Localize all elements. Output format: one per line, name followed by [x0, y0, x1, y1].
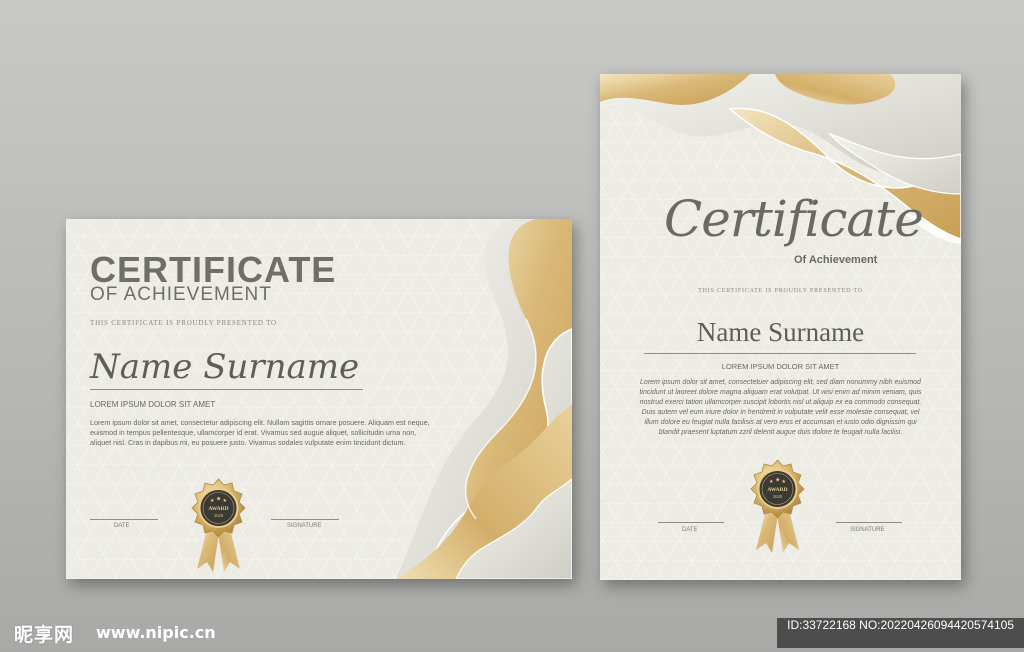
lorem-heading: LOREM IPSUM DOLOR SIT AMET: [721, 362, 840, 371]
body-paragraph: Lorem ipsum dolor sit amet, consectetur …: [90, 418, 430, 448]
svg-text:2020: 2020: [773, 494, 783, 499]
certificate-subtitle: Of Achievement: [794, 254, 878, 266]
svg-text:AWARD: AWARD: [767, 487, 787, 493]
certificate-landscape: CERTIFICATE OF ACHIEVEMENT THIS CERTIFIC…: [66, 219, 572, 579]
svg-text:★: ★: [210, 498, 215, 504]
signature-line: [836, 522, 902, 523]
certificate-title: Certificate: [664, 190, 924, 248]
signature-label: SIGNATURE: [287, 523, 322, 529]
watermark-id: ID:33722168 NO:20220426094420574105: [777, 618, 1024, 648]
signature-line: [271, 519, 339, 520]
body-paragraph: Lorem ipsum dolor sit amet, consectetuer…: [639, 379, 922, 436]
award-seal-icon: ★ ★ ★ AWARD 2020: [750, 459, 805, 553]
lorem-heading: LOREM IPSUM DOLOR SIT AMET: [90, 400, 216, 409]
name-underline: [90, 389, 363, 390]
date-line: [90, 519, 158, 520]
signature-label: SIGNATURE: [850, 527, 885, 533]
svg-text:★: ★: [775, 477, 780, 484]
presented-to-text: THIS CERTIFICATE IS PROUDLY PRESENTED TO: [90, 319, 277, 327]
certificate-subtitle: OF ACHIEVEMENT: [90, 284, 272, 305]
svg-text:★: ★: [782, 479, 787, 485]
date-line: [658, 522, 724, 523]
certificate-portrait: Certificate Of Achievement THIS CERTIFIC…: [600, 74, 961, 580]
svg-text:★: ★: [223, 498, 228, 504]
presented-to-text: THIS CERTIFICATE IS PROUDLY PRESENTED TO: [698, 288, 863, 294]
recipient-name: Name Surname: [90, 347, 360, 387]
svg-text:★: ★: [769, 479, 774, 485]
date-label: DATE: [682, 527, 698, 533]
name-underline: [644, 353, 916, 354]
recipient-name: Name Surname: [696, 317, 865, 347]
svg-text:★: ★: [216, 496, 221, 503]
watermark-logo: 昵享网: [14, 624, 75, 646]
date-label: DATE: [114, 523, 130, 529]
award-seal-icon: ★ ★ ★ AWARD 2020: [191, 478, 246, 572]
watermark-site: www.nipic.cn: [96, 623, 216, 642]
svg-text:AWARD: AWARD: [208, 506, 228, 512]
svg-text:2020: 2020: [214, 513, 224, 518]
